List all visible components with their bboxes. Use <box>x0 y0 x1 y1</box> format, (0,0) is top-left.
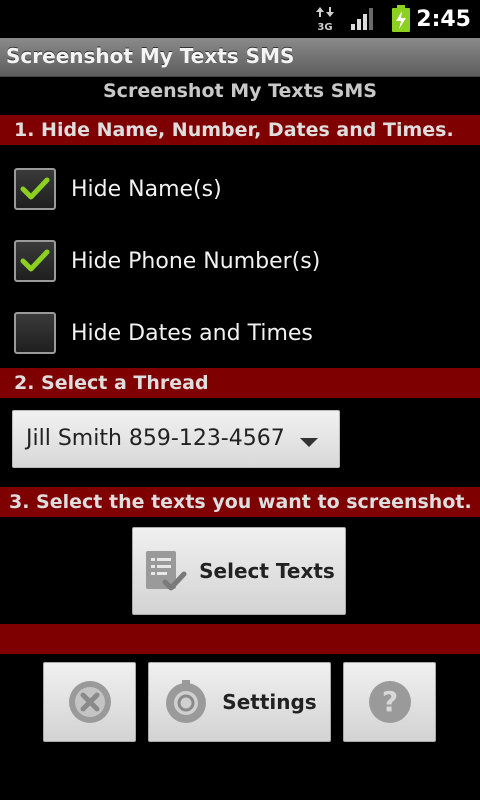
thread-select-dropdown[interactable]: Jill Smith 859-123-4567 <box>12 410 340 468</box>
settings-icon <box>166 680 207 723</box>
settings-button[interactable]: Settings <box>148 662 331 742</box>
divider-bar <box>0 624 480 654</box>
checklist-icon <box>146 551 187 591</box>
select-texts-button[interactable]: Select Texts <box>132 527 346 615</box>
dropdown-arrow-icon <box>300 438 318 447</box>
svg-text:?: ? <box>381 685 397 718</box>
hide-names-label: Hide Name(s) <box>71 176 222 202</box>
help-button[interactable]: ? <box>343 662 436 742</box>
selected-thread-value: Jill Smith 859-123-4567 <box>26 426 285 451</box>
network-type-label: 3G <box>317 22 332 33</box>
section-select-texts-header: 3. Select the texts you want to screensh… <box>0 487 480 517</box>
settings-label: Settings <box>222 690 317 714</box>
hide-dates-times-checkbox[interactable] <box>14 312 56 354</box>
hide-dates-times-label: Hide Dates and Times <box>71 320 313 346</box>
close-button[interactable] <box>43 662 136 742</box>
signal-strength-icon <box>349 0 377 38</box>
hide-dates-times-option[interactable]: Hide Dates and Times <box>14 310 313 356</box>
data-activity-icon: 3G <box>312 0 338 38</box>
app-heading: Screenshot My Texts SMS <box>103 80 377 102</box>
help-icon: ? <box>368 681 411 723</box>
checkmark-icon <box>20 249 50 272</box>
hide-phone-numbers-checkbox[interactable] <box>14 240 56 282</box>
window-title: Screenshot My Texts SMS <box>6 44 295 68</box>
select-texts-label: Select Texts <box>199 559 335 583</box>
hide-names-option[interactable]: Hide Name(s) <box>14 166 222 212</box>
hide-names-checkbox[interactable] <box>14 168 56 210</box>
hide-phone-numbers-label: Hide Phone Number(s) <box>71 248 321 274</box>
battery-charging-icon <box>388 0 414 38</box>
section-hide-options-header: 1. Hide Name, Number, Dates and Times. <box>0 115 480 145</box>
status-bar: 3G 2:45 <box>0 0 480 38</box>
section-select-thread-header: 2. Select a Thread <box>0 368 480 398</box>
hide-phone-numbers-option[interactable]: Hide Phone Number(s) <box>14 238 320 284</box>
title-bar: Screenshot My Texts SMS <box>0 38 480 77</box>
checkmark-icon <box>20 177 50 200</box>
close-icon <box>68 681 111 723</box>
clock-time: 2:45 <box>416 6 471 32</box>
